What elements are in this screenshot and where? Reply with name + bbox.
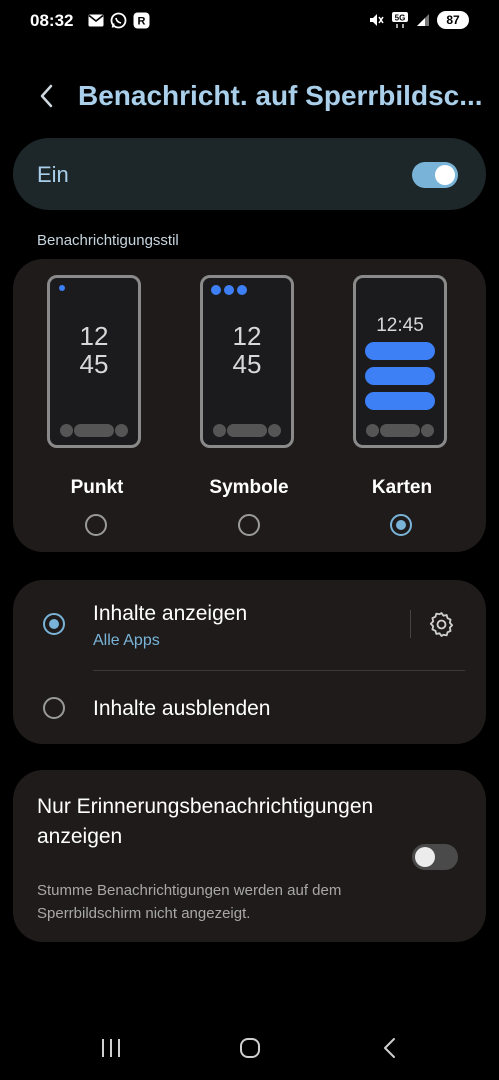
recent-apps-icon[interactable] <box>99 1036 123 1060</box>
status-left-icons: R <box>88 12 150 29</box>
preview-clock-minute: 45 <box>79 349 109 379</box>
section-label-style: Benachrichtigungsstil <box>37 232 179 249</box>
preview-card-bar <box>365 342 435 360</box>
preview-clock: 12:45 <box>376 315 424 336</box>
style-preview-punkt[interactable]: 12 45 <box>47 275 141 448</box>
preview-nav <box>213 424 281 437</box>
svg-text:5G: 5G <box>395 14 406 23</box>
toggle-knob <box>415 847 435 867</box>
reminder-description: Stumme Benachrichtigungen werden auf dem… <box>37 882 342 922</box>
reminder-title: Nur Erinnerungsbenachrichtigungen anzeig… <box>37 795 374 848</box>
status-time: 08:32 <box>30 11 74 30</box>
gear-icon[interactable] <box>427 610 456 639</box>
style-preview-symbole[interactable]: 12 45 <box>200 275 294 448</box>
radio-karten[interactable] <box>390 514 412 536</box>
main-toggle-switch[interactable] <box>412 162 458 188</box>
horizontal-divider <box>93 670 465 671</box>
reminder-toggle-switch[interactable] <box>412 844 458 870</box>
preview-nav <box>60 424 128 437</box>
radio-show-content[interactable] <box>43 613 65 635</box>
page-title: Benachricht. auf Sperrbildsc... <box>78 80 483 111</box>
svg-text:R: R <box>138 16 146 28</box>
preview-nav <box>366 424 434 437</box>
back-arrow-icon[interactable] <box>34 82 62 110</box>
preview-card-bar <box>365 392 435 410</box>
style-label-karten: Karten <box>371 477 433 498</box>
dot-indicator <box>59 285 65 291</box>
show-content-sublabel: Alle Apps <box>93 632 160 649</box>
preview-clock-hour: 12 <box>79 321 109 351</box>
radio-punkt[interactable] <box>85 514 107 536</box>
battery-indicator: 87 <box>437 11 469 29</box>
style-label-symbole: Symbole <box>209 477 289 498</box>
whatsapp-icon <box>110 12 127 29</box>
toggle-knob <box>435 165 455 185</box>
main-toggle-label: Ein <box>37 162 69 187</box>
5g-icon: 5G <box>392 12 408 28</box>
mute-icon <box>370 14 384 26</box>
r-app-icon: R <box>133 12 150 29</box>
style-preview-karten[interactable]: 12:45 <box>353 275 447 448</box>
nav-back-icon[interactable] <box>378 1036 402 1060</box>
preview-clock-minute: 45 <box>232 349 262 379</box>
preview-card-bar <box>365 367 435 385</box>
vertical-divider <box>410 610 411 638</box>
status-right-icons: 5G 87 <box>368 11 469 29</box>
mail-icon <box>88 14 104 27</box>
icon-indicators <box>211 285 247 295</box>
signal-icon <box>417 14 429 26</box>
show-content-label[interactable]: Inhalte anzeigen <box>93 602 247 626</box>
radio-symbole[interactable] <box>238 514 260 536</box>
radio-hide-content[interactable] <box>43 697 65 719</box>
home-icon[interactable] <box>238 1036 262 1060</box>
hide-content-label[interactable]: Inhalte ausblenden <box>93 697 271 721</box>
style-label-punkt: Punkt <box>70 477 124 498</box>
preview-clock-hour: 12 <box>232 321 262 351</box>
